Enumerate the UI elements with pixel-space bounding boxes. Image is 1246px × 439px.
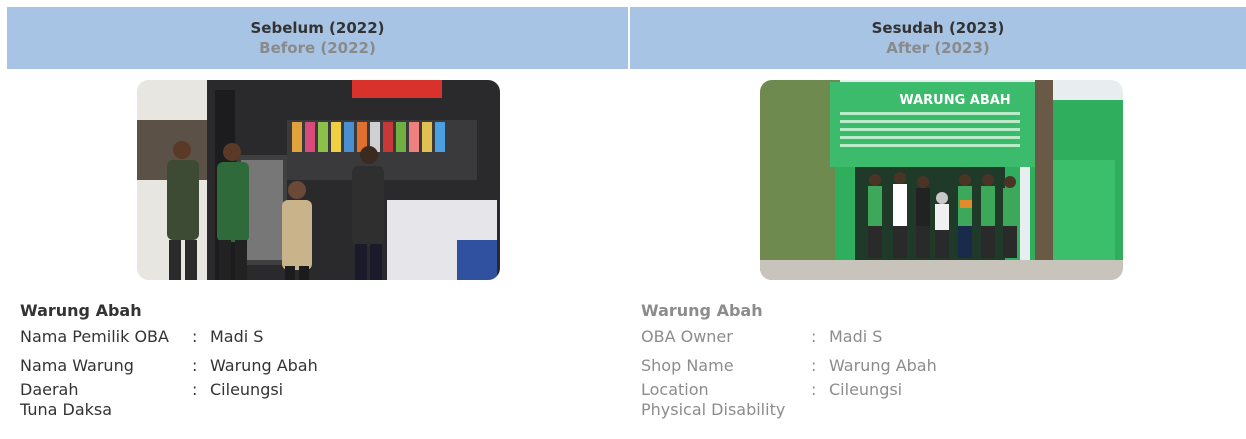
row-value: Warung Abah	[829, 355, 937, 375]
after-info: Warung Abah OBA Owner : Madi S Shop Name…	[641, 300, 1201, 420]
before-subtitle: Before (2022)	[259, 39, 376, 57]
row-separator: :	[811, 326, 817, 346]
row-label: Shop Name	[641, 355, 734, 375]
row-label: Location	[641, 380, 709, 399]
row-separator: :	[192, 326, 198, 346]
before-shop-title: Warung Abah	[20, 301, 142, 320]
before-row-location: Daerah : Cileungsi	[20, 380, 580, 400]
after-disability-line: Physical Disability	[641, 400, 786, 419]
before-photo	[137, 80, 500, 280]
row-value: Cileungsi	[210, 380, 284, 399]
row-separator: :	[192, 355, 198, 375]
after-row-shop: Shop Name : Warung Abah	[641, 351, 1201, 380]
after-shop-title: Warung Abah	[641, 301, 763, 320]
row-value: Warung Abah	[210, 355, 318, 375]
row-label: OBA Owner	[641, 326, 733, 346]
after-subtitle: After (2023)	[886, 39, 990, 57]
after-row-owner: OBA Owner : Madi S	[641, 322, 1201, 351]
before-header: Sebelum (2022) Before (2022)	[7, 7, 628, 69]
before-disability-line: Tuna Daksa	[20, 400, 113, 419]
after-header: Sesudah (2023) After (2023)	[630, 7, 1246, 69]
row-value: Cileungsi	[829, 380, 903, 399]
row-separator: :	[811, 355, 817, 375]
after-photo: WARUNG ABAH	[760, 80, 1123, 280]
before-row-shop: Nama Warung : Warung Abah	[20, 351, 580, 380]
sign-text: WARUNG ABAH	[899, 93, 1010, 108]
after-row-location: Location : Cileungsi	[641, 380, 1201, 400]
before-row-owner: Nama Pemilik OBA : Madi S	[20, 322, 580, 351]
row-label: Daerah	[20, 380, 79, 399]
before-info: Warung Abah Nama Pemilik OBA : Madi S Na…	[20, 300, 580, 420]
before-title: Sebelum (2022)	[250, 19, 385, 37]
row-separator: :	[811, 380, 817, 399]
row-separator: :	[192, 380, 198, 399]
row-value: Madi S	[210, 326, 264, 346]
after-title: Sesudah (2023)	[871, 19, 1005, 37]
row-label: Nama Pemilik OBA	[20, 326, 169, 346]
row-label: Nama Warung	[20, 355, 134, 375]
row-value: Madi S	[829, 326, 883, 346]
